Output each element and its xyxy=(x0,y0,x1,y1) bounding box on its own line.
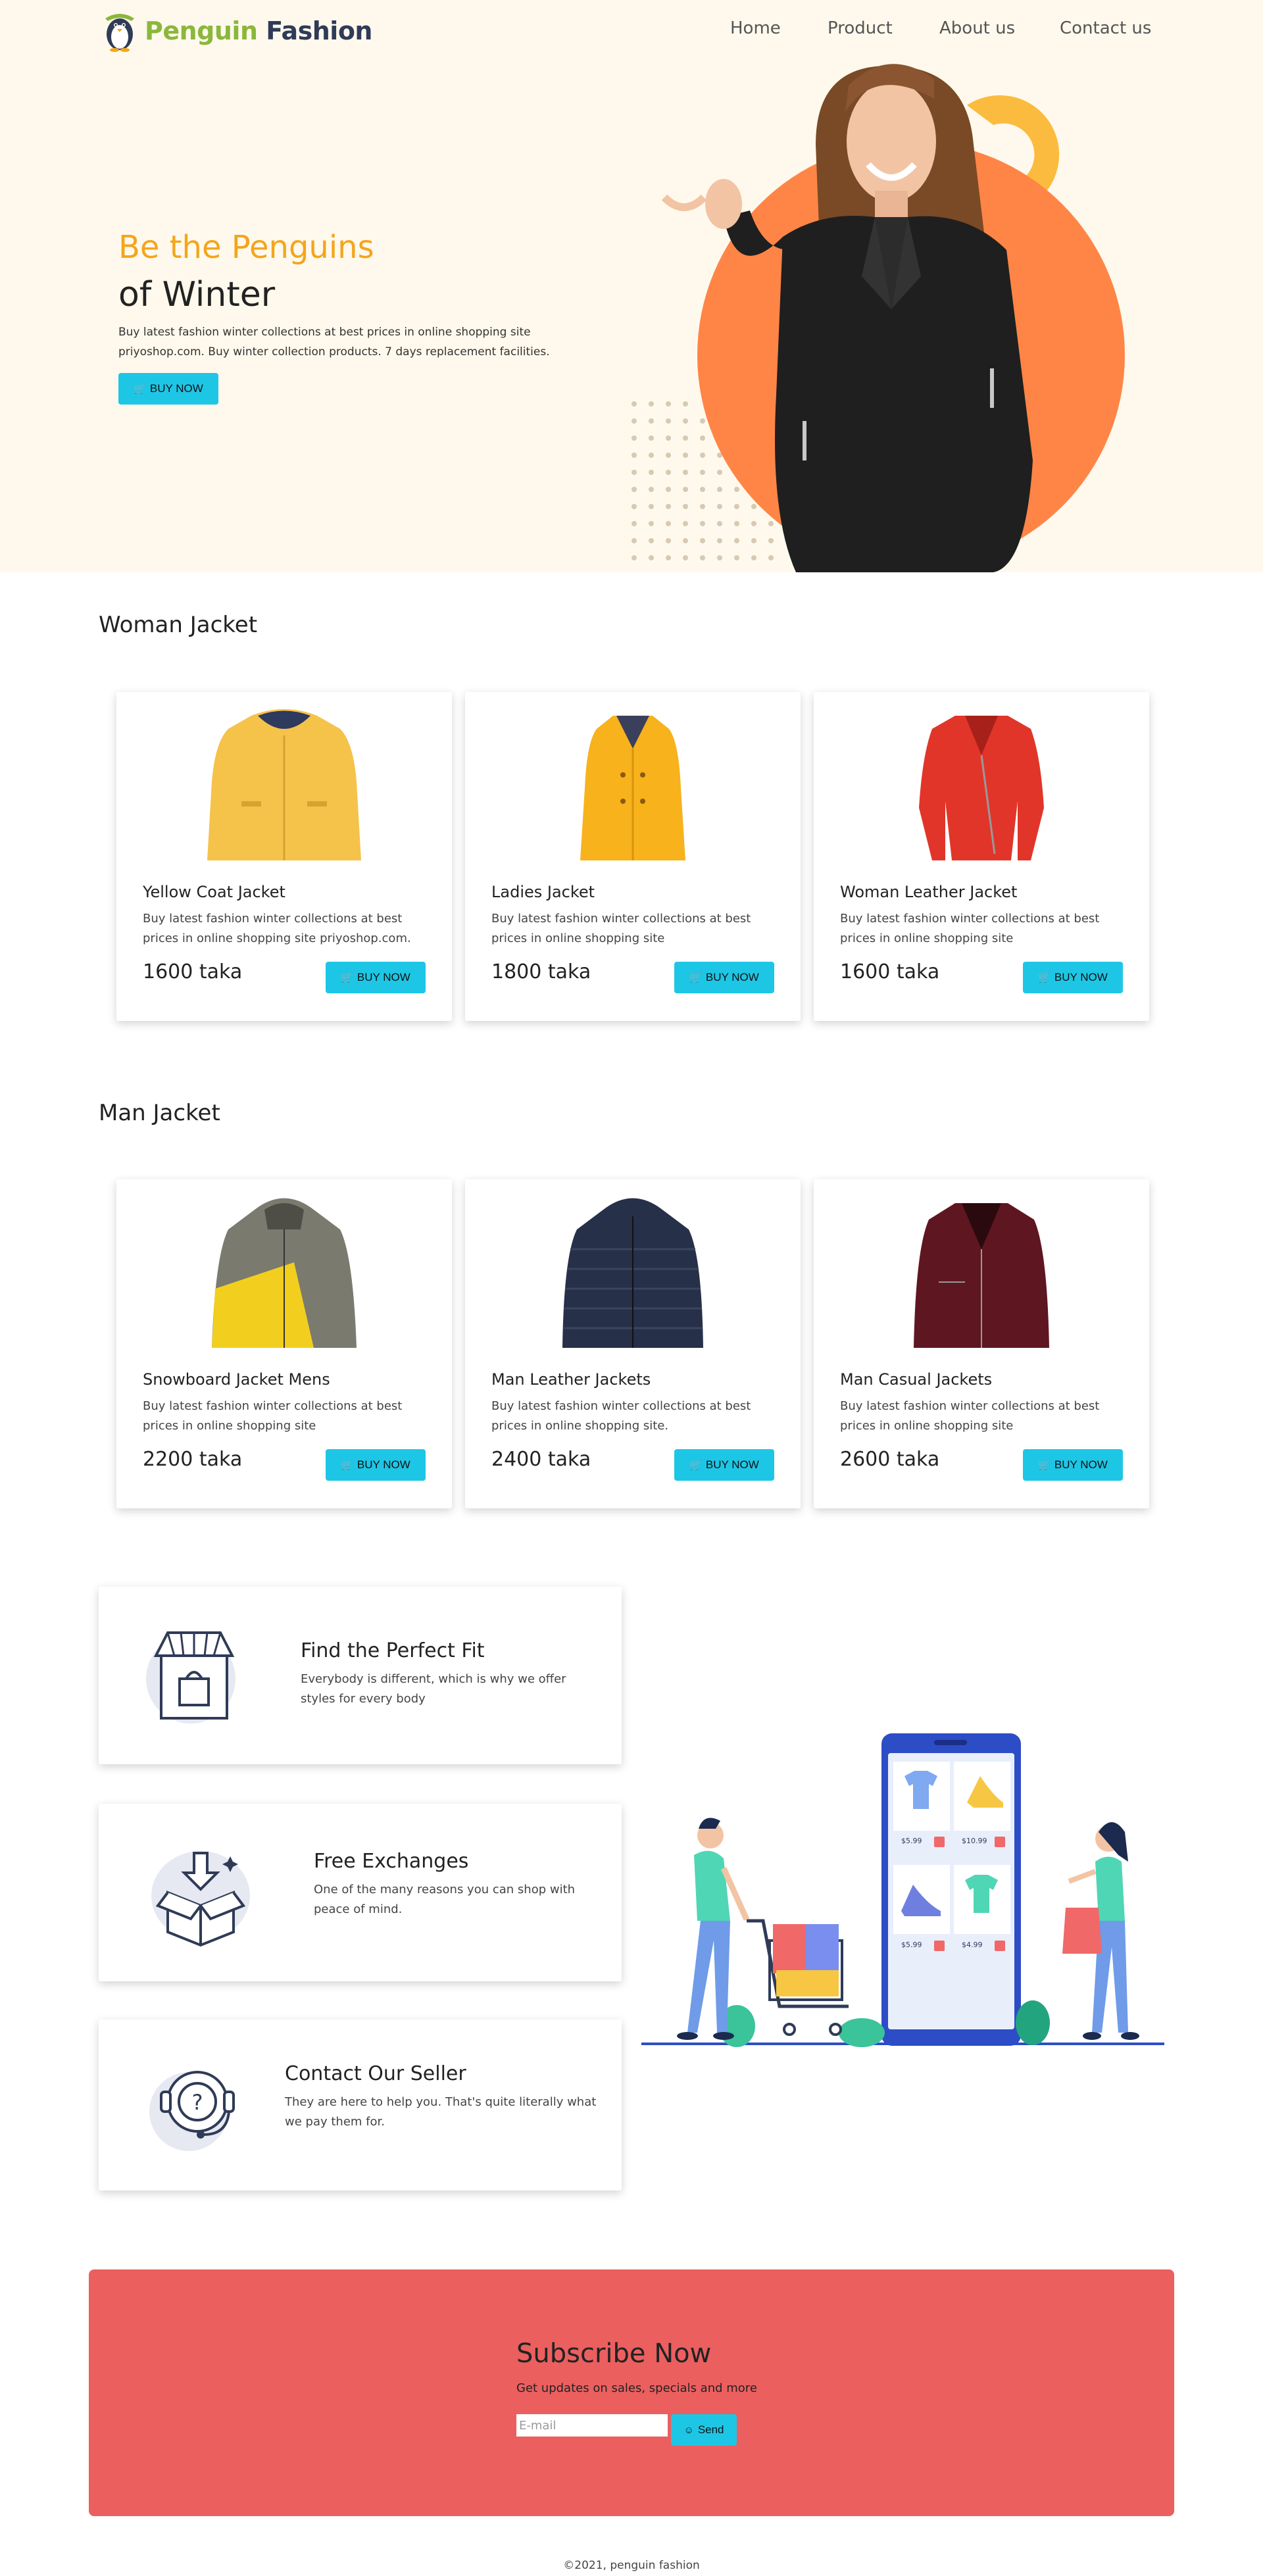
buy-now-button[interactable]: 🛒 BUY NOW xyxy=(674,962,774,993)
subscribe-title: Subscribe Now xyxy=(516,2339,712,2369)
man-jacket-section-title: Man Jacket xyxy=(99,1100,220,1126)
illustration-price-4: $4.99 xyxy=(962,1941,983,1949)
buy-now-button[interactable]: 🛒 BUY NOW xyxy=(674,1449,774,1481)
illustration-price-3: $5.99 xyxy=(901,1941,922,1949)
yellow-coat-jacket-image xyxy=(207,709,361,860)
product-name: Yellow Coat Jacket xyxy=(143,883,285,901)
ladies-jacket-image xyxy=(580,716,685,860)
buy-now-label: BUY NOW xyxy=(705,971,759,983)
buy-now-button[interactable]: 🛒 BUY NOW xyxy=(1023,1449,1123,1481)
support-icon: ? xyxy=(149,2071,235,2151)
product-price: 2600 taka xyxy=(840,1448,940,1471)
brand-name-part-2: Fashion xyxy=(266,16,372,45)
hero-section: Penguin Fashion Home Product About us Co… xyxy=(0,0,1263,572)
product-price: 2200 taka xyxy=(143,1448,243,1471)
cart-icon: 🛒 xyxy=(1038,1460,1051,1471)
feature-card: Free Exchanges One of the many reasons y… xyxy=(99,1804,622,1981)
product-description: Buy latest fashion winter collections at… xyxy=(491,1399,751,1433)
cart-icon: 🛒 xyxy=(341,1460,353,1471)
hero-buy-now-button[interactable]: 🛒 BUY NOW xyxy=(118,373,218,405)
feature-description: One of the many reasons you can shop wit… xyxy=(314,1883,576,1916)
hero-title-line-1: Be the Penguins xyxy=(118,229,374,266)
hero-model-image xyxy=(632,64,1125,572)
svg-text:?: ? xyxy=(192,2090,203,2115)
product-name: Snowboard Jacket Mens xyxy=(143,1370,330,1389)
send-button[interactable]: ☺ Send xyxy=(671,2414,737,2446)
hero-description: Buy latest fashion winter collections at… xyxy=(118,326,550,359)
box-icon xyxy=(151,1851,250,1947)
feature-title: Contact Our Seller xyxy=(285,2062,466,2085)
penguin-logo-icon xyxy=(105,14,134,52)
brand-name-part-1: Penguin xyxy=(145,16,258,45)
footer-copyright: ©2021, penguin fashion xyxy=(563,2559,700,2572)
product-price: 1600 taka xyxy=(840,960,940,983)
product-card[interactable]: Man Leather Jackets Buy latest fashion w… xyxy=(465,1179,801,1508)
buy-now-label: BUY NOW xyxy=(357,1458,410,1471)
product-description: Buy latest fashion winter collections at… xyxy=(491,912,751,945)
product-description: Buy latest fashion winter collections at… xyxy=(840,1399,1100,1433)
feature-description: They are here to help you. That's quite … xyxy=(285,2095,597,2129)
subscribe-description: Get updates on sales, specials and more xyxy=(516,2381,757,2395)
feature-card: ? Contact Our Seller They are here to he… xyxy=(99,2019,622,2191)
product-name: Man Casual Jackets xyxy=(840,1370,993,1389)
cart-icon: 🛒 xyxy=(1038,972,1051,983)
illustration-price-2: $10.99 xyxy=(962,1837,987,1845)
product-name: Man Leather Jackets xyxy=(491,1370,651,1389)
feature-title: Free Exchanges xyxy=(314,1850,469,1873)
brand-logo[interactable]: Penguin Fashion xyxy=(99,8,372,54)
hero-buy-now-label: BUY NOW xyxy=(149,382,203,395)
cart-icon: 🛒 xyxy=(341,972,353,983)
email-field[interactable] xyxy=(516,2414,668,2437)
buy-now-button[interactable]: 🛒 BUY NOW xyxy=(1023,962,1123,993)
online-shopping-illustration: $5.99 $10.99 $5.99 $4.99 xyxy=(641,1733,1164,2047)
cart-icon: 🛒 xyxy=(689,1460,702,1471)
buy-now-label: BUY NOW xyxy=(705,1458,759,1471)
smile-icon: ☺ xyxy=(683,2424,694,2436)
product-card[interactable]: Yellow Coat Jacket Buy latest fashion wi… xyxy=(116,692,452,1021)
maroon-leather-jacket-image xyxy=(914,1203,1049,1348)
product-card[interactable]: Woman Leather Jacket Buy latest fashion … xyxy=(814,692,1149,1021)
illustration-price-1: $5.99 xyxy=(901,1837,922,1845)
buy-now-label: BUY NOW xyxy=(1054,1458,1108,1471)
product-name: Woman Leather Jacket xyxy=(840,883,1018,901)
brand-name: Penguin Fashion xyxy=(145,16,372,45)
buy-now-button[interactable]: 🛒 BUY NOW xyxy=(326,1449,426,1481)
cart-icon: 🛒 xyxy=(134,384,146,395)
feature-description: Everybody is different, which is why we … xyxy=(301,1672,566,1706)
buy-now-label: BUY NOW xyxy=(357,971,410,983)
red-leather-jacket-image xyxy=(919,716,1044,860)
feature-title: Find the Perfect Fit xyxy=(301,1639,485,1662)
buy-now-button[interactable]: 🛒 BUY NOW xyxy=(326,962,426,993)
product-description: Buy latest fashion winter collections at… xyxy=(840,912,1100,945)
navy-puffer-jacket-image xyxy=(562,1198,703,1348)
product-card[interactable]: Man Casual Jackets Buy latest fashion wi… xyxy=(814,1179,1149,1508)
product-card[interactable]: Snowboard Jacket Mens Buy latest fashion… xyxy=(116,1179,452,1508)
subscribe-section: Subscribe Now Get updates on sales, spec… xyxy=(89,2269,1174,2516)
send-label: Send xyxy=(697,2423,724,2436)
feature-card: Find the Perfect Fit Everybody is differ… xyxy=(99,1587,622,1764)
buy-now-label: BUY NOW xyxy=(1054,971,1108,983)
product-price: 1800 taka xyxy=(491,960,591,983)
product-card[interactable]: Ladies Jacket Buy latest fashion winter … xyxy=(465,692,801,1021)
product-name: Ladies Jacket xyxy=(491,883,595,901)
product-description: Buy latest fashion winter collections at… xyxy=(143,912,411,945)
hero-title-line-2: of Winter xyxy=(118,275,276,314)
product-description: Buy latest fashion winter collections at… xyxy=(143,1399,403,1433)
woman-jacket-section-title: Woman Jacket xyxy=(99,612,258,638)
store-icon xyxy=(146,1631,235,1723)
cart-icon: 🛒 xyxy=(689,972,702,983)
product-price: 1600 taka xyxy=(143,960,243,983)
product-price: 2400 taka xyxy=(491,1448,591,1471)
snowboard-jacket-image xyxy=(212,1198,357,1348)
